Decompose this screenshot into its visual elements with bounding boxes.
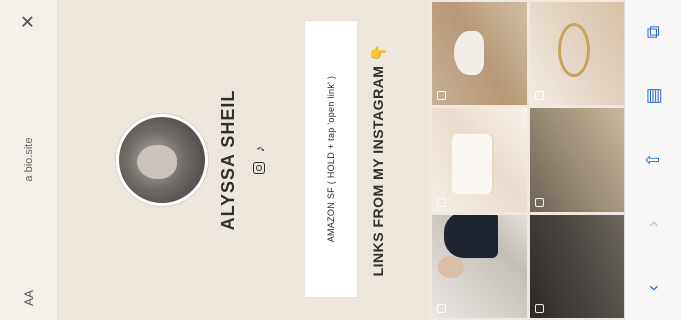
instagram-links-heading-text: LINKS FROM MY INSTAGRAM <box>370 65 386 277</box>
instagram-grid <box>432 0 624 320</box>
phone-screen: AA a bio.site ✕ ALYSSA SHEIL ♪ AMAZON SF… <box>0 0 681 320</box>
browser-address-bar: AA a bio.site ✕ <box>0 0 58 320</box>
grid-tile[interactable] <box>432 108 527 212</box>
grid-tile[interactable] <box>529 2 624 106</box>
gallery-icon <box>437 304 446 313</box>
avatar <box>116 114 208 206</box>
instagram-icon[interactable] <box>253 162 265 175</box>
grid-tile[interactable] <box>432 2 527 106</box>
url-field[interactable]: a bio.site <box>23 138 35 182</box>
profile-name: ALYSSA SHEIL <box>218 89 238 231</box>
avatar-face <box>137 145 177 179</box>
grid-tile[interactable] <box>529 108 624 212</box>
forward-icon[interactable]: › <box>643 209 664 239</box>
instagram-links-heading: LINKS FROM MY INSTAGRAM 👇 <box>370 0 387 320</box>
bookmarks-icon[interactable]: ▤ <box>643 81 664 111</box>
tiktok-icon[interactable]: ♪ <box>252 146 267 153</box>
amazon-link-button[interactable]: AMAZON SF ( HOLD + tap 'open link' ) <box>304 20 358 298</box>
gallery-icon <box>534 304 544 313</box>
browser-toolbar: ‹ › ⇧ ▤ ⧉ <box>624 0 681 320</box>
close-icon[interactable]: ✕ <box>18 14 39 29</box>
gallery-icon <box>534 197 544 207</box>
gallery-icon <box>534 91 544 101</box>
social-links: ♪ <box>252 0 267 320</box>
text-size-button[interactable]: AA <box>22 290 36 306</box>
profile-section: ALYSSA SHEIL ♪ AMAZON SF ( HOLD + tap 'o… <box>58 0 428 320</box>
grid-tile[interactable] <box>529 214 624 318</box>
pointing-down-icon: 👇 <box>370 43 386 62</box>
share-icon[interactable]: ⇧ <box>643 145 664 175</box>
tabs-icon[interactable]: ⧉ <box>643 17 664 47</box>
gallery-icon <box>437 197 446 207</box>
gallery-icon <box>437 91 446 101</box>
grid-tile[interactable] <box>432 214 527 318</box>
back-icon[interactable]: ‹ <box>643 273 664 303</box>
